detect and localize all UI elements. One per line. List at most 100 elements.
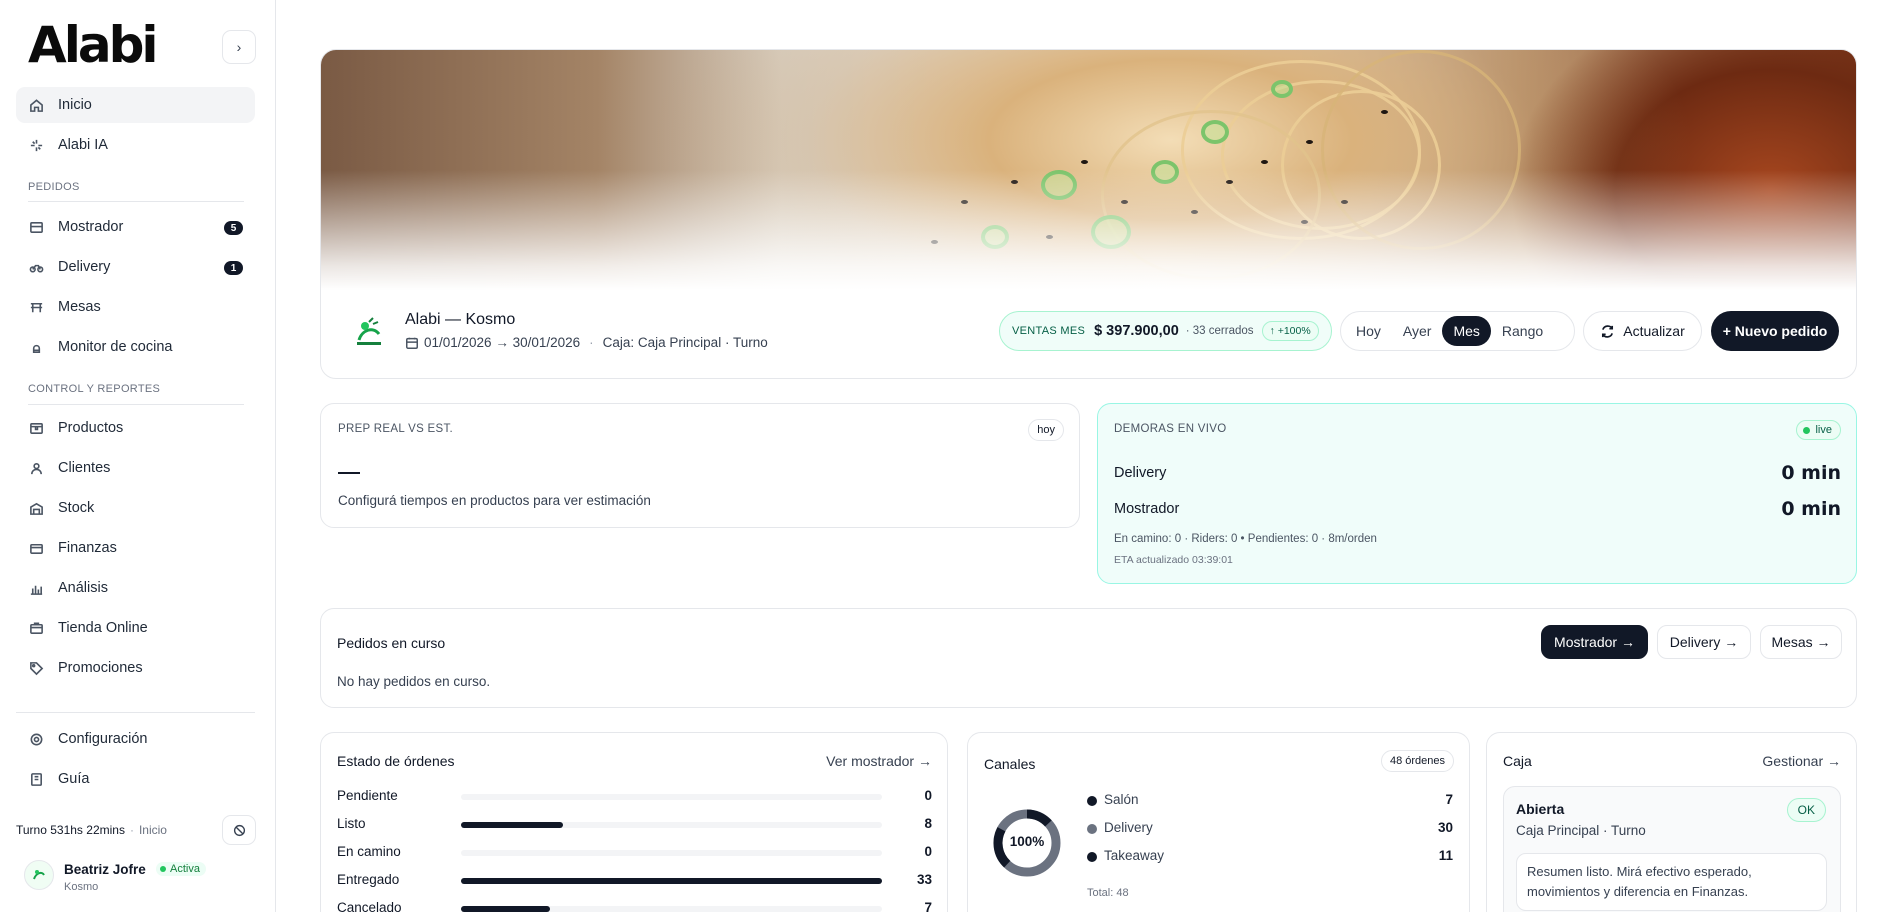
bar-chart-icon	[28, 580, 44, 596]
status-count: 0	[924, 844, 932, 859]
range-rango-button[interactable]: Rango	[1491, 316, 1554, 346]
refresh-button[interactable]: Actualizar	[1583, 311, 1702, 351]
store-name: Alabi — Kosmo	[405, 311, 516, 328]
prep-value-placeholder	[338, 472, 360, 474]
sidebar-item-monitor-de-cocina[interactable]: Monitor de cocina	[16, 329, 255, 365]
status-count: 0	[924, 788, 932, 803]
status-label: Listo	[337, 816, 366, 831]
sidebar-item-promociones[interactable]: Promociones	[16, 650, 255, 686]
sidebar-item-tienda-online[interactable]: Tienda Online	[16, 610, 255, 646]
status-count: 33	[916, 872, 932, 887]
section-control-y-reportes: CONTROL Y REPORTES	[28, 383, 161, 395]
avatar[interactable]	[24, 860, 54, 890]
sidebar-item-label: Inicio	[58, 97, 92, 113]
status-label: Entregado	[337, 872, 400, 887]
collapse-sidebar-button[interactable]: ›	[222, 30, 256, 64]
view-mostrador-link[interactable]: Ver mostrador →	[826, 753, 932, 769]
table-icon	[28, 299, 44, 315]
cash-summary-note: Resumen listo. Mirá efectivo esperado, m…	[1516, 853, 1827, 911]
delivery-dot-icon	[1087, 824, 1097, 834]
status-badge: OK	[1786, 798, 1826, 822]
sidebar-item-stock[interactable]: Stock	[16, 490, 255, 526]
card-title: PREP REAL VS EST.	[338, 423, 454, 435]
sidebar-item-productos[interactable]: Productos	[16, 410, 255, 446]
divider	[16, 712, 255, 713]
prep-time-card: PREP REAL VS EST. hoy Configurá tiempos …	[320, 403, 1080, 528]
calendar-icon	[406, 337, 418, 349]
sidebar-item-delivery[interactable]: Delivery 1	[16, 249, 255, 285]
orders-count-chip: 48 órdenes	[1380, 750, 1454, 772]
mostrador-badge: 5	[224, 221, 243, 235]
sidebar-item-label: Productos	[58, 420, 124, 436]
donut-label: 100%	[1009, 834, 1045, 849]
store-logo	[348, 311, 390, 353]
cash-status: Abierta	[1516, 801, 1565, 817]
chevron-right-icon: ›	[236, 39, 242, 55]
chef-hat-icon	[28, 339, 44, 355]
status-bar-track	[461, 822, 882, 828]
date-range[interactable]: 01/01/2026 → 30/01/2026	[424, 335, 580, 350]
live-dot-icon	[1803, 426, 1811, 434]
sidebar-item-mostrador[interactable]: Mostrador 5	[16, 209, 255, 245]
sidebar-item-label: Guía	[58, 771, 90, 787]
sidebar-item-label: Stock	[58, 500, 95, 516]
app-logo[interactable]: Alabi	[28, 20, 159, 70]
sidebar-item-inicio[interactable]: Inicio	[16, 87, 255, 123]
sales-closed-count: · 33 cerrados	[1185, 325, 1254, 337]
channels-total: Total: 48	[1087, 887, 1129, 899]
sidebar-item-label: Delivery	[58, 259, 111, 275]
sidebar-item-analisis[interactable]: Análisis	[16, 570, 255, 606]
order-status-card: Estado de órdenes Ver mostrador → Pendie…	[320, 732, 948, 912]
date-range-selector: Hoy Ayer Mes Rango	[1340, 311, 1575, 351]
live-badge: live	[1796, 420, 1841, 440]
new-order-button[interactable]: + Nuevo pedido	[1711, 311, 1839, 351]
sidebar-item-label: Promociones	[58, 660, 143, 676]
sidebar-item-label: Análisis	[58, 580, 108, 596]
settings-icon	[28, 731, 44, 747]
sidebar-item-configuracion[interactable]: Configuración	[16, 721, 255, 757]
section-pedidos: PEDIDOS	[28, 181, 80, 193]
sidebar-item-alabi-ia[interactable]: Alabi IA	[16, 127, 255, 163]
go-mostrador-button[interactable]: Mostrador →	[1541, 625, 1648, 659]
turno-location: Inicio	[138, 823, 167, 837]
status-count: 8	[924, 816, 932, 831]
user-icon	[28, 460, 44, 476]
go-delivery-button[interactable]: Delivery →	[1657, 625, 1751, 659]
user-org: Kosmo	[64, 881, 99, 893]
sidebar-item-guia[interactable]: Guía	[16, 761, 255, 797]
user-name: Beatriz Jofre	[64, 862, 146, 877]
divider	[28, 404, 244, 405]
turno-toggle-button[interactable]	[222, 815, 256, 845]
card-title: DEMORAS EN VIVO	[1114, 423, 1227, 435]
go-mesas-button[interactable]: Mesas →	[1760, 625, 1842, 659]
divider	[28, 201, 244, 202]
channels-card: Canales 48 órdenes 100% Salón 7 Delivery…	[967, 732, 1470, 912]
sidebar-item-label: Configuración	[58, 731, 148, 747]
channel-value-delivery: 30	[1437, 820, 1453, 835]
sidebar-item-clientes[interactable]: Clientes	[16, 450, 255, 486]
status-bar-track	[461, 906, 882, 912]
kosmo-logo-icon	[29, 865, 49, 885]
monthly-sales-pill: VENTAS MES $ 397.900,00 · 33 cerrados ↑ …	[999, 311, 1332, 351]
cash-register-card: Caja Gestionar → Abierta OK Caja Princip…	[1486, 732, 1857, 912]
sidebar-item-mesas[interactable]: Mesas	[16, 289, 255, 325]
card-title: Canales	[984, 756, 1036, 772]
range-ayer-button[interactable]: Ayer	[1392, 316, 1443, 346]
orders-in-progress-card: Pedidos en curso No hay pedidos en curso…	[320, 608, 1857, 708]
sparkles-icon	[28, 137, 44, 153]
card-title: Pedidos en curso	[337, 635, 446, 651]
range-hoy-button[interactable]: Hoy	[1345, 316, 1392, 346]
manage-cash-link[interactable]: Gestionar →	[1762, 753, 1841, 769]
status-bar-fill	[461, 906, 550, 912]
delay-details: En camino: 0 · Riders: 0 • Pendientes: 0…	[1114, 533, 1377, 545]
range-mes-button[interactable]: Mes	[1442, 316, 1491, 346]
sidebar-item-finanzas[interactable]: Finanzas	[16, 530, 255, 566]
status-bar-fill	[461, 878, 882, 884]
caja-info: Caja: Caja Principal · Turno	[602, 335, 768, 350]
card-title: Estado de órdenes	[337, 753, 455, 769]
cash-status-panel: Abierta OK Caja Principal · Turno Resume…	[1503, 786, 1841, 912]
delivery-badge: 1	[224, 261, 243, 275]
warehouse-icon	[28, 500, 44, 516]
delay-value-mostrador: 0 min	[1781, 498, 1841, 520]
kosmo-logo-icon	[357, 317, 381, 345]
